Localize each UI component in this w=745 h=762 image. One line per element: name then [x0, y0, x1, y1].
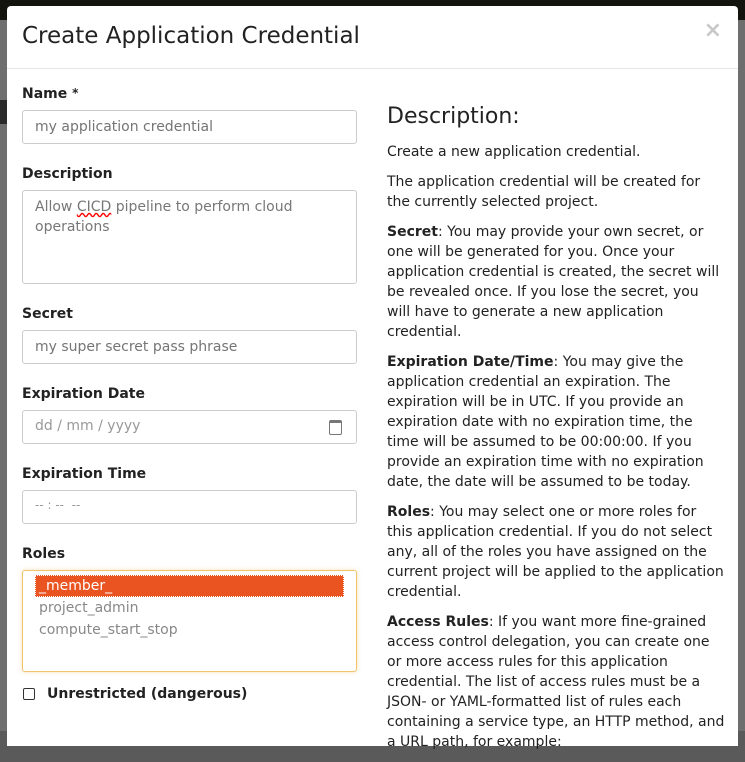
help-secret: Secret: You may provide your own secret,… [387, 222, 725, 342]
role-option[interactable]: _member_ [35, 575, 344, 597]
calendar-icon[interactable] [329, 420, 342, 435]
create-credential-modal: Create Application Credential × Name * D… [7, 6, 738, 750]
help-roles: Roles: You may select one or more roles … [387, 502, 725, 602]
time-placeholder: -- : -- -- [35, 498, 81, 512]
help-text: : You may provide your own secret, or on… [387, 224, 720, 340]
modal-title: Create Application Credential [22, 23, 360, 49]
expiration-time-label: Expiration Time [22, 466, 147, 482]
role-option[interactable]: compute_start_stop [35, 619, 344, 641]
description-text: Allow [35, 199, 77, 215]
expiration-time-input[interactable]: -- : -- -- [22, 490, 357, 524]
help-term: Expiration Date/Time [387, 354, 554, 370]
expiration-date-label: Expiration Date [22, 386, 145, 402]
description-label: Description [22, 166, 113, 182]
secret-input[interactable] [22, 330, 357, 364]
help-term: Roles [387, 504, 431, 520]
backdrop-content [0, 100, 7, 124]
date-placeholder: dd / mm / yyyy [35, 418, 141, 434]
unrestricted-label: Unrestricted (dangerous) [47, 686, 248, 702]
unrestricted-checkbox[interactable] [23, 688, 35, 700]
name-input[interactable] [22, 110, 357, 144]
expiration-date-input[interactable]: dd / mm / yyyy [22, 410, 357, 444]
help-text: : If you want more fine-grained access c… [387, 614, 725, 750]
help-title: Description: [387, 104, 520, 129]
name-label: Name * [22, 86, 357, 102]
roles-select[interactable]: _member_ project_admin compute_start_sto… [22, 570, 357, 672]
role-option[interactable]: project_admin [35, 597, 344, 619]
unrestricted-checkbox-row[interactable]: Unrestricted (dangerous) [22, 686, 357, 702]
modal-header: Create Application Credential × [7, 6, 738, 69]
help-project: The application credential will be creat… [387, 174, 701, 210]
credential-form: Name * Description Allow CICD pipeline t… [22, 86, 357, 702]
help-access-rules: Access Rules: If you want more fine-grai… [387, 612, 725, 752]
help-term: Secret [387, 224, 438, 240]
name-label-text: Name [22, 86, 68, 102]
roles-label: Roles [22, 546, 66, 562]
secret-label: Secret [22, 306, 73, 322]
description-textarea[interactable]: Allow CICD pipeline to perform cloud ope… [22, 190, 357, 284]
help-intro: Create a new application credential. [387, 144, 641, 160]
help-term: Access Rules [387, 614, 489, 630]
help-panel: Description: Create a new application cr… [387, 104, 725, 762]
required-marker: * [72, 86, 79, 100]
help-text: : You may give the application credentia… [387, 354, 704, 490]
description-text-misspelled: CICD [76, 199, 112, 215]
help-text: : You may select one or more roles for t… [387, 504, 724, 600]
help-expiration: Expiration Date/Time: You may give the a… [387, 352, 725, 492]
close-icon[interactable]: × [704, 18, 722, 43]
